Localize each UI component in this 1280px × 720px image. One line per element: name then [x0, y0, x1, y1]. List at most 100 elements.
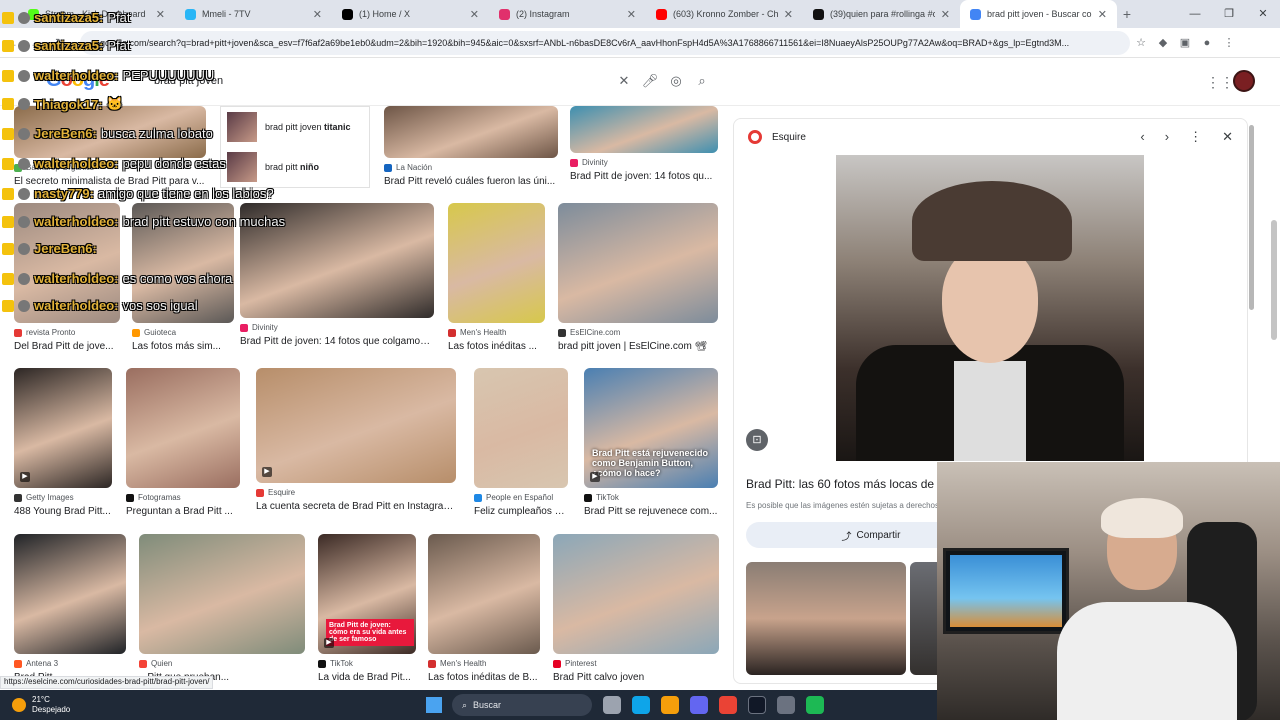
image-result[interactable]: ▶ Esquire La cuenta secreta de Brad Pitt e…	[256, 368, 456, 512]
result-thumbnail[interactable]	[14, 534, 126, 654]
taskbar-search[interactable]: ⌕ Buscar	[452, 694, 592, 716]
browser-tab[interactable]: (39)quien para #rollinga #cocin ✕	[803, 0, 960, 28]
forward-icon[interactable]: →	[24, 36, 48, 50]
browser-tab[interactable]: Stream - Kick Dashboard ✕	[18, 0, 175, 28]
tab-close-icon[interactable]: ✕	[627, 8, 636, 21]
preview-image[interactable]	[836, 155, 1144, 461]
result-title[interactable]: Feliz cumpleaños B...	[474, 506, 568, 517]
image-result[interactable]: ▶ Getty Images 488 Young Brad Pitt...	[14, 368, 112, 517]
result-title[interactable]: 488 Young Brad Pitt...	[14, 506, 112, 517]
image-result[interactable]: Fotogramas Preguntan a Brad Pitt ...	[126, 368, 240, 517]
result-thumbnail[interactable]	[139, 534, 305, 654]
result-source[interactable]: revista Pronto	[14, 328, 120, 337]
google-lens-icon[interactable]: ◎	[663, 73, 689, 89]
result-thumbnail[interactable]	[14, 203, 120, 323]
result-thumbnail[interactable]: ▶	[14, 368, 112, 488]
url-field[interactable]: google.com/search?q=brad+pitt+joven&sca_…	[80, 30, 1130, 55]
tab-close-icon[interactable]: ✕	[1098, 8, 1107, 21]
result-thumbnail[interactable]	[570, 106, 718, 153]
result-source[interactable]: La Nación	[384, 163, 558, 172]
account-avatar[interactable]	[1233, 70, 1255, 92]
browser-tab[interactable]: brad pitt joven - Buscar con Go ✕	[960, 0, 1117, 28]
result-source[interactable]: TikTok	[584, 493, 718, 502]
result-title[interactable]: Las fotos más sim...	[132, 341, 234, 352]
result-thumbnail[interactable]: Brad Pitt de joven: cómo era su vida ant…	[318, 534, 416, 654]
tab-close-icon[interactable]: ✕	[470, 8, 479, 21]
result-title[interactable]: Preguntan a Brad Pitt ...	[126, 506, 240, 517]
result-source[interactable]: People en Español	[474, 493, 568, 502]
tab-close-icon[interactable]: ✕	[784, 8, 793, 21]
result-thumbnail[interactable]	[14, 106, 206, 158]
result-source[interactable]: Men's Health	[428, 659, 540, 668]
image-result[interactable]: Divinity Brad Pitt de joven: 14 fotos qu.…	[570, 106, 718, 182]
image-result[interactable]: Antena 3Brad Pitt...	[14, 534, 126, 683]
bookmark-star-icon[interactable]: ☆	[1130, 36, 1152, 49]
result-thumbnail[interactable]	[553, 534, 719, 654]
image-result[interactable]: Men's Health Las fotos inéditas ...	[448, 203, 545, 352]
result-source[interactable]: Divinity	[240, 323, 434, 332]
maximize-icon[interactable]: ❐	[1212, 0, 1246, 28]
result-source[interactable]: EsElCine.com	[558, 328, 718, 337]
edge-icon[interactable]	[632, 696, 650, 714]
reload-icon[interactable]: ↻	[48, 36, 72, 50]
preview-title[interactable]: Brad Pitt: las 60 fotos más locas de	[746, 477, 934, 491]
tab-close-icon[interactable]: ✕	[156, 8, 165, 21]
obs-icon[interactable]	[748, 696, 766, 714]
result-title[interactable]: La cuenta secreta de Brad Pitt en Instag…	[256, 501, 456, 512]
image-result[interactable]: revista Pronto Del Brad Pitt de jove...	[14, 203, 120, 352]
extension-icon[interactable]: ◆	[1152, 36, 1174, 49]
windows-start-icon[interactable]	[426, 697, 442, 713]
suggestion-item[interactable]: brad pitt joven titanic	[221, 107, 369, 147]
result-thumbnail[interactable]	[558, 203, 718, 323]
image-result[interactable]: Men's Health Las fotos inéditas de B...	[428, 534, 540, 683]
result-source[interactable]: Pinterest	[553, 659, 719, 668]
tab-close-icon[interactable]: ✕	[941, 8, 950, 21]
microphone-icon[interactable]: 🎤︎	[637, 73, 663, 89]
page-scrollbar[interactable]	[1271, 220, 1277, 340]
result-title[interactable]: Del Brad Pitt de jove...	[14, 341, 120, 352]
result-title[interactable]: Brad Pitt calvo joven	[553, 672, 719, 683]
more-options-icon[interactable]: ⋮	[1189, 129, 1202, 145]
task-view-icon[interactable]	[603, 696, 621, 714]
image-result[interactable]: Quien...Pitt que prueban...	[139, 534, 305, 683]
image-result[interactable]: EsElCine.com brad pitt joven | EsElCine.c…	[558, 203, 718, 352]
result-title[interactable]: Brad Pitt de joven: 14 fotos qu...	[570, 171, 718, 182]
weather-widget[interactable]: 21°C Despejado	[0, 695, 400, 715]
result-source[interactable]: Getty Images	[14, 493, 112, 502]
result-source[interactable]: Quien	[139, 659, 305, 668]
result-thumbnail[interactable]	[384, 106, 558, 158]
result-source[interactable]: Divinity	[570, 158, 718, 167]
suggestion-item[interactable]: brad pitt niño	[221, 147, 369, 187]
image-result[interactable]: Pinterest Brad Pitt calvo joven	[553, 534, 719, 683]
image-result[interactable]: People en Español Feliz cumpleaños B...	[474, 368, 568, 517]
browser-tab[interactable]: (2) Instagram ✕	[489, 0, 646, 28]
result-title[interactable]: Las fotos inéditas ...	[448, 341, 545, 352]
image-result[interactable]: Guioteca Las fotos más sim...	[132, 203, 234, 352]
result-title[interactable]: Brad Pitt de joven: 14 fotos que colgamo…	[240, 336, 434, 347]
result-thumbnail[interactable]: ▶	[256, 368, 456, 483]
spotify-icon[interactable]	[806, 696, 824, 714]
chrome-icon[interactable]	[719, 696, 737, 714]
panel-scrollbar[interactable]	[1249, 125, 1254, 310]
image-result[interactable]: La Nación Brad Pitt reveló cuáles fueron …	[384, 106, 558, 187]
result-title[interactable]: Brad Pitt reveló cuáles fueron las úni..…	[384, 176, 558, 187]
image-result[interactable]: Backdrop Organics El secreto minimalista …	[14, 106, 206, 187]
profile-icon[interactable]: ●	[1196, 37, 1218, 49]
result-thumbnail[interactable]	[240, 203, 434, 318]
result-source[interactable]: Men's Health	[448, 328, 545, 337]
result-source[interactable]: Guioteca	[132, 328, 234, 337]
close-preview-icon[interactable]: ✕	[1222, 129, 1233, 145]
result-thumbnail[interactable]	[474, 368, 568, 488]
result-title[interactable]: Las fotos inéditas de B...	[428, 672, 540, 683]
browser-tab[interactable]: (1) Home / X ✕	[332, 0, 489, 28]
result-thumbnail[interactable]: Brad Pitt está rejuvenecido como Benjami…	[584, 368, 718, 488]
clear-search-icon[interactable]: ✕	[611, 73, 637, 89]
result-thumbnail[interactable]	[428, 534, 540, 654]
result-thumbnail[interactable]	[132, 203, 234, 323]
new-tab-icon[interactable]: +	[1117, 6, 1137, 22]
image-result[interactable]: Brad Pitt está rejuvenecido como Benjami…	[584, 368, 718, 517]
file-explorer-icon[interactable]	[661, 696, 679, 714]
settings-gear-icon[interactable]	[777, 696, 795, 714]
tab-close-icon[interactable]: ✕	[313, 8, 322, 21]
browser-tab[interactable]: (603) Kronno Zomber - Chica g ✕	[646, 0, 803, 28]
